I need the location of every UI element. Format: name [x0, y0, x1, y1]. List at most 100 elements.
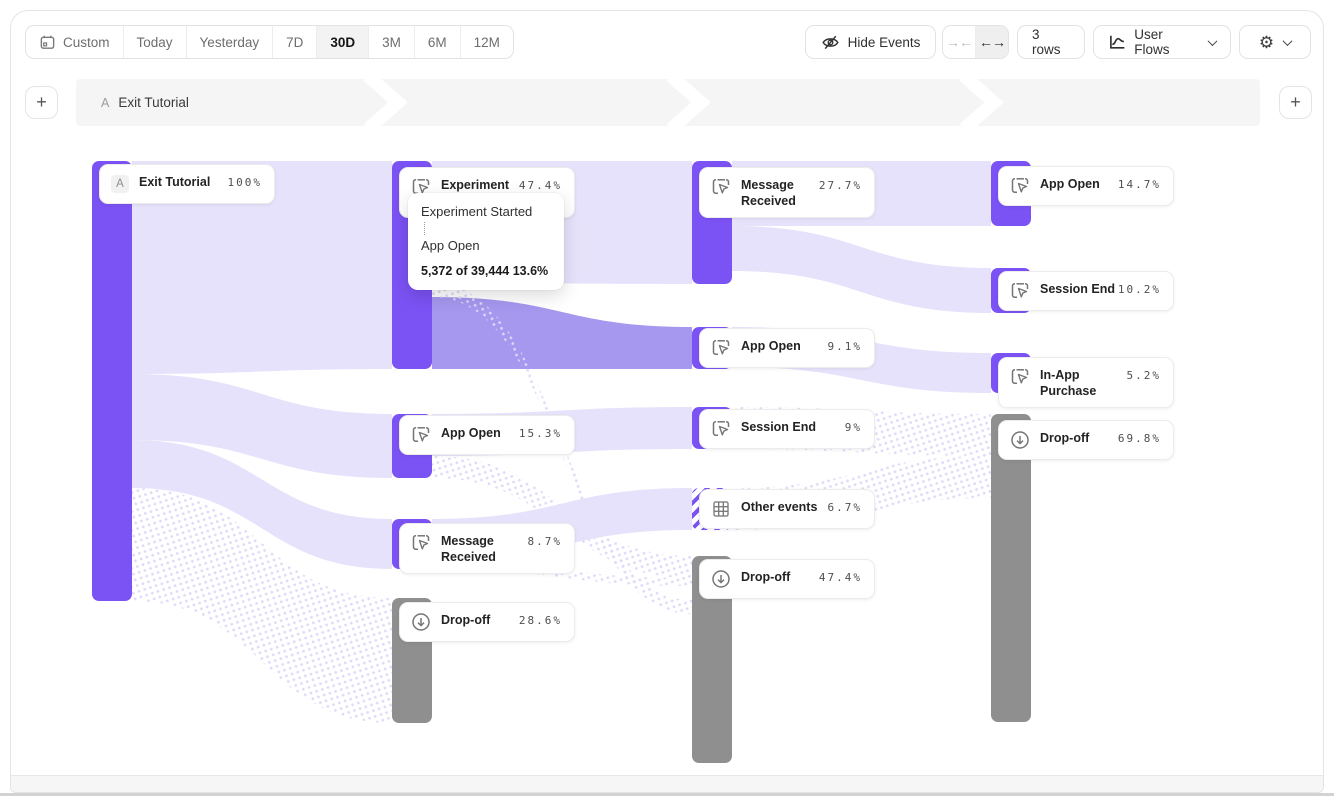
range-3m[interactable]: 3M	[369, 26, 415, 58]
node-card-app-open[interactable]: App Open14.7%	[998, 166, 1174, 206]
tooltip-stat: 5,372 of 39,444 13.6%	[421, 264, 551, 278]
add-step-left-button[interactable]: +	[25, 86, 58, 119]
chevron-down-icon	[1208, 36, 1218, 46]
date-range-control: Custom Today Yesterday 7D 30D 3M 6M 12M	[25, 25, 514, 59]
node-label: Session End	[1040, 282, 1118, 298]
node-value: 14.7%	[1118, 177, 1161, 191]
node-value: 28.6%	[519, 613, 562, 627]
gear-icon: ⚙	[1259, 34, 1274, 51]
node-value: 8.7%	[528, 534, 563, 548]
node-value: 100%	[228, 175, 263, 189]
node-value: 9.1%	[828, 339, 863, 353]
node-card-message-received[interactable]: Message Received8.7%	[399, 523, 575, 574]
flow-tooltip: Experiment Started App Open 5,372 of 39,…	[408, 193, 564, 290]
event-click-icon	[711, 177, 731, 197]
node-label: Message Received	[441, 534, 528, 565]
settings-button[interactable]: ⚙	[1239, 25, 1311, 59]
step-breadcrumb-bar[interactable]: A Exit Tutorial	[76, 79, 1260, 126]
step-label: Exit Tutorial	[118, 95, 189, 110]
node-value: 6.7%	[828, 500, 863, 514]
node-card-exit-tutorial[interactable]: AExit Tutorial100%	[99, 164, 275, 204]
range-today[interactable]: Today	[124, 26, 187, 58]
node-card-drop-off[interactable]: Drop-off47.4%	[699, 559, 875, 599]
calendar-icon	[39, 34, 56, 51]
node-label: Other events	[741, 500, 828, 516]
node-value: 27.7%	[819, 178, 862, 192]
node-label: In-App Purchase	[1040, 368, 1127, 399]
node-card-drop-off[interactable]: Drop-off69.8%	[998, 420, 1174, 460]
node-value: 10.2%	[1118, 282, 1161, 296]
range-label: 7D	[286, 35, 303, 50]
view-selector-button[interactable]: User Flows	[1093, 25, 1231, 59]
eye-off-icon	[821, 34, 840, 51]
node-label: Message Received	[741, 178, 819, 209]
node-label: Drop-off	[741, 570, 819, 586]
node-value: 47.4%	[519, 178, 562, 192]
event-click-icon	[711, 419, 731, 439]
node-bar-exit-tutorial[interactable]	[92, 161, 132, 601]
node-value: 47.4%	[819, 570, 862, 584]
range-label: 12M	[474, 35, 500, 50]
range-6m[interactable]: 6M	[415, 26, 461, 58]
drop-off-icon	[1010, 430, 1030, 450]
range-label: Today	[137, 35, 173, 50]
drop-off-icon	[711, 569, 731, 589]
tooltip-connector	[424, 222, 425, 235]
range-7d[interactable]: 7D	[273, 26, 317, 58]
app-frame: Custom Today Yesterday 7D 30D 3M 6M 12M …	[10, 10, 1324, 793]
node-value: 15.3%	[519, 426, 562, 440]
tooltip-from-event: Experiment Started	[421, 204, 551, 219]
footer-strip	[11, 775, 1323, 792]
node-value: 9%	[845, 420, 862, 434]
range-custom[interactable]: Custom	[26, 26, 124, 58]
flow-ribbon[interactable]	[732, 226, 991, 313]
node-label: App Open	[741, 339, 828, 355]
node-card-in-app-purchase[interactable]: In-App Purchase5.2%	[998, 357, 1174, 408]
collapse-columns-button[interactable]: →←	[943, 26, 976, 58]
chevron-separators	[76, 79, 1260, 126]
node-card-app-open[interactable]: App Open15.3%	[399, 415, 575, 455]
tooltip-to-event: App Open	[421, 238, 551, 253]
node-card-message-received[interactable]: Message Received27.7%	[699, 167, 875, 218]
sankey-canvas: AExit Tutorial100% Experiment Started 47.4…	[11, 126, 1324, 777]
node-value: 5.2%	[1127, 368, 1162, 382]
range-12m[interactable]: 12M	[461, 26, 513, 58]
range-30d[interactable]: 30D	[317, 26, 369, 58]
node-card-session-end[interactable]: Session End9%	[699, 409, 875, 449]
step-badge: A	[101, 96, 109, 110]
expand-icon: ←→	[979, 34, 1005, 50]
node-label: Drop-off	[441, 613, 519, 629]
add-step-right-button[interactable]: +	[1279, 86, 1312, 119]
collapse-icon: →←	[946, 34, 972, 50]
node-label: Drop-off	[1040, 431, 1118, 447]
event-click-icon	[1010, 176, 1030, 196]
range-label: Custom	[63, 35, 110, 50]
range-label: 6M	[428, 35, 447, 50]
node-label: App Open	[441, 426, 519, 442]
hide-events-button[interactable]: Hide Events	[805, 25, 936, 59]
event-click-icon	[711, 338, 731, 358]
node-label: Exit Tutorial	[139, 175, 228, 191]
hide-events-label: Hide Events	[848, 35, 921, 50]
node-card-other-events[interactable]: Other events6.7%	[699, 489, 875, 529]
range-label: 3M	[382, 35, 401, 50]
event-click-icon	[1010, 281, 1030, 301]
expand-columns-button[interactable]: ←→	[976, 26, 1008, 58]
rows-button[interactable]: 3 rows	[1017, 25, 1085, 59]
event-click-icon	[411, 533, 431, 553]
plus-icon: +	[36, 92, 47, 113]
node-label: App Open	[1040, 177, 1118, 193]
node-card-app-open[interactable]: App Open9.1%	[699, 328, 875, 368]
node-bar-drop-off[interactable]	[991, 414, 1031, 722]
plus-icon: +	[1290, 92, 1301, 113]
user-flows-chart-icon	[1108, 33, 1126, 51]
range-yesterday[interactable]: Yesterday	[187, 26, 274, 58]
rows-label: 3 rows	[1032, 27, 1070, 57]
node-value: 69.8%	[1118, 431, 1161, 445]
breadcrumb-step: A Exit Tutorial	[101, 79, 189, 126]
node-card-drop-off[interactable]: Drop-off28.6%	[399, 602, 575, 642]
range-label: 30D	[330, 35, 355, 50]
range-label: Yesterday	[200, 35, 260, 50]
node-card-session-end[interactable]: Session End10.2%	[998, 271, 1174, 311]
chevron-down-icon	[1283, 36, 1293, 46]
